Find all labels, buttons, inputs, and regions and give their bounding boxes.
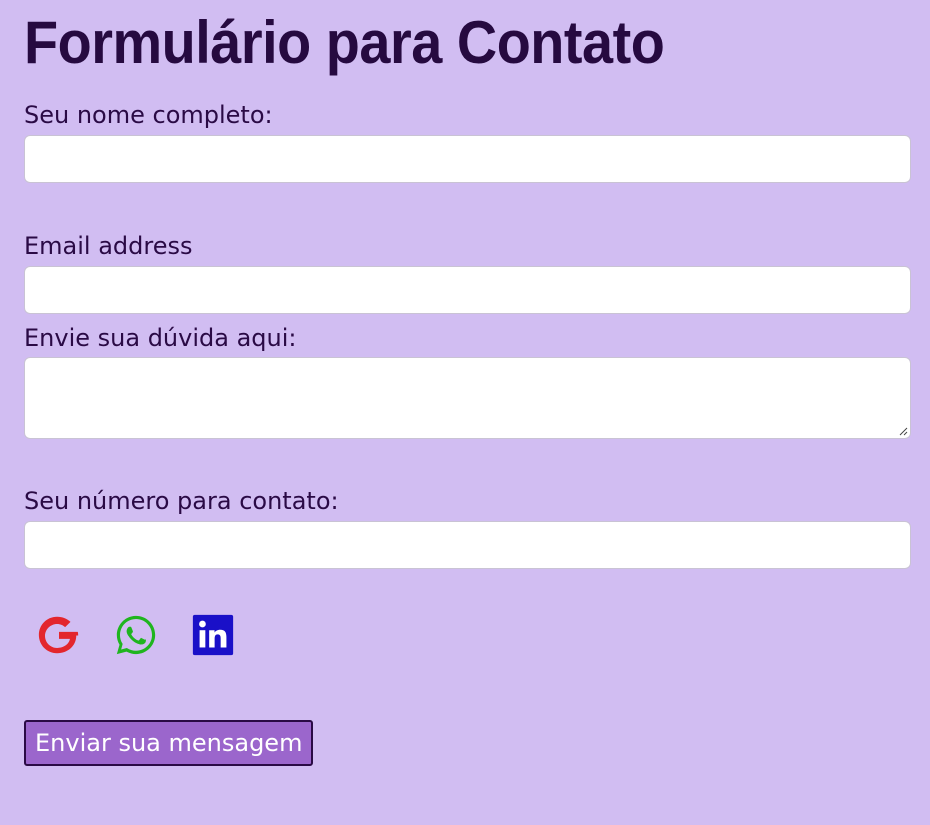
question-label: Envie sua dúvida aqui: (24, 324, 297, 352)
name-field[interactable] (24, 135, 911, 183)
phone-label: Seu número para contato: (24, 487, 339, 515)
resize-handle-icon[interactable] (898, 426, 908, 436)
page-title: Formulário para Contato (24, 9, 665, 76)
email-field[interactable] (24, 266, 911, 314)
name-label: Seu nome completo: (24, 101, 273, 129)
email-label: Email address (24, 232, 193, 260)
linkedin-icon[interactable] (190, 612, 236, 658)
google-icon[interactable] (36, 612, 82, 658)
phone-field[interactable] (24, 521, 911, 569)
question-textarea[interactable] (24, 357, 911, 439)
social-links (36, 612, 236, 658)
whatsapp-icon[interactable] (113, 612, 159, 658)
submit-button[interactable]: Enviar sua mensagem (24, 720, 314, 766)
